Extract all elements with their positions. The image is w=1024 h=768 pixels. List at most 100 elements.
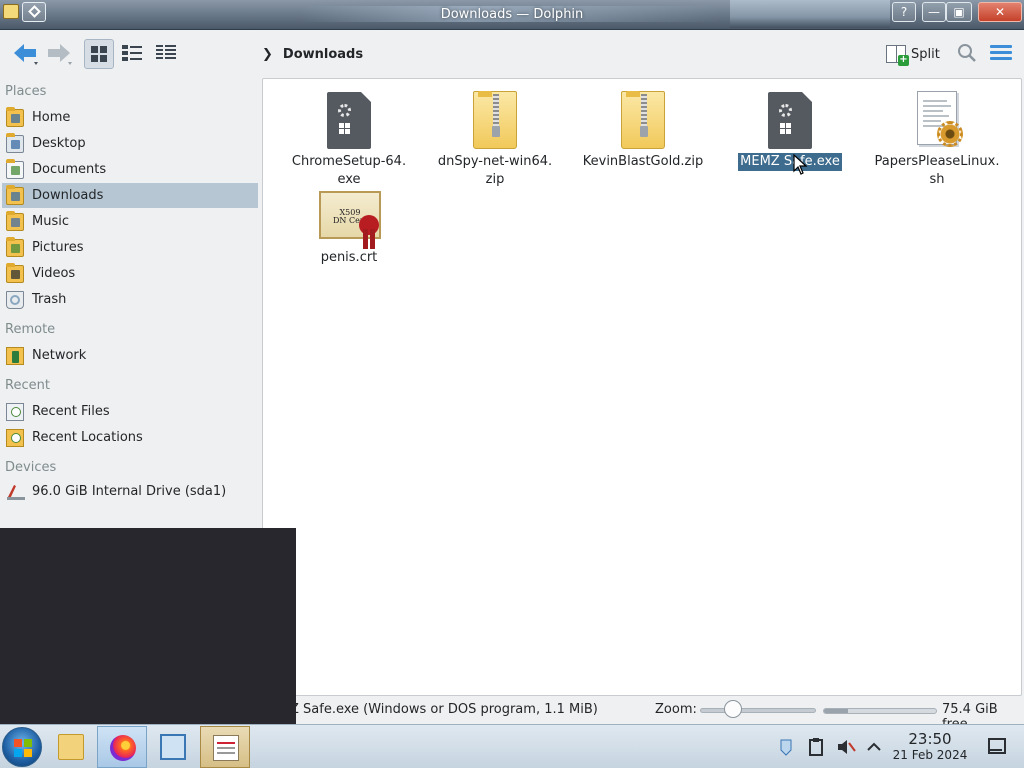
clock-date: 21 Feb 2024 <box>892 748 968 762</box>
taskbar-file-manager[interactable] <box>46 726 96 768</box>
sidebar-item-downloads[interactable]: Downloads <box>2 183 258 208</box>
network-folder-icon <box>6 346 24 365</box>
home-folder-icon <box>6 106 24 127</box>
taskbar: 23:50 21 Feb 2024 <box>0 724 1024 768</box>
computer-icon <box>160 734 186 760</box>
executable-file-icon <box>760 91 820 153</box>
desktop-folder-icon <box>6 132 24 153</box>
title-bar: Downloads — Dolphin ? — ▣ ✕ <box>0 0 1024 30</box>
hard-drive-icon <box>6 483 25 501</box>
updates-icon[interactable] <box>776 737 796 757</box>
music-folder-icon <box>6 210 24 231</box>
documents-folder-icon <box>6 158 24 179</box>
sidebar-item-recent-locations[interactable]: Recent Locations <box>2 425 258 450</box>
taskbar-firefox[interactable] <box>97 726 147 768</box>
sidebar-item-label: Desktop <box>32 136 86 151</box>
file-name: ChromeSetup-64. exe <box>291 154 407 187</box>
sidebar-item-label: Downloads <box>32 188 104 203</box>
sidebar-item-recent-files[interactable]: Recent Files <box>2 399 258 424</box>
file-name: dnSpy-net-win64. zip <box>437 154 553 187</box>
sidebar-item-label: Home <box>32 110 71 125</box>
zip-archive-icon <box>613 91 673 153</box>
details-view-icon <box>156 44 176 61</box>
compact-view-button[interactable] <box>118 39 148 69</box>
search-button[interactable] <box>956 42 978 64</box>
file-item-chromesetup[interactable]: ChromeSetup-64. exe <box>279 91 419 189</box>
chevron-right-icon[interactable]: ❯ <box>262 47 273 62</box>
file-item-papersplease-sh[interactable]: PapersPleaseLinux. sh <box>867 91 1007 189</box>
minimize-button[interactable]: — <box>922 2 946 22</box>
section-places: Places <box>5 84 47 99</box>
close-button[interactable]: ✕ <box>978 2 1022 22</box>
file-name: MEMZ Safe.exe <box>738 153 842 171</box>
breadcrumb: ❯ Downloads <box>262 44 363 64</box>
icons-view-icon <box>91 46 107 62</box>
sidebar-item-documents[interactable]: Documents <box>2 157 258 182</box>
breadcrumb-downloads[interactable]: Downloads <box>283 47 363 62</box>
back-button[interactable] <box>8 40 42 68</box>
taskbar-text-editor[interactable] <box>200 726 250 768</box>
file-item-memz-safe-exe[interactable]: MEMZ Safe.exe <box>720 91 860 171</box>
zoom-slider-handle[interactable] <box>724 700 742 718</box>
videos-folder-icon <box>6 262 24 283</box>
volume-muted-icon[interactable] <box>836 737 856 757</box>
toolbar: ❯ Downloads + Split <box>0 30 1024 78</box>
folder-icon <box>58 734 84 760</box>
clock-time: 23:50 <box>908 730 952 748</box>
downloads-folder-icon <box>6 184 24 205</box>
free-space-bar <box>823 708 937 714</box>
recent-files-icon <box>6 402 24 421</box>
sidebar-item-home[interactable]: Home <box>2 105 258 130</box>
help-button[interactable]: ? <box>892 2 916 22</box>
file-item-penis-crt[interactable]: X509 DN Cert penis.crt <box>279 187 419 267</box>
file-item-dnspy-zip[interactable]: dnSpy-net-win64. zip <box>425 91 565 189</box>
split-button[interactable]: + Split <box>886 42 940 66</box>
file-name: PapersPleaseLinux. sh <box>874 154 1000 187</box>
start-menu-button[interactable] <box>2 727 42 767</box>
sidebar-item-label: 96.0 GiB Internal Drive (sda1) <box>32 484 227 499</box>
back-arrow-icon <box>14 44 38 65</box>
sidebar-item-label: Recent Locations <box>32 430 143 445</box>
show-desktop-button[interactable] <box>988 738 1006 754</box>
sidebar-item-trash[interactable]: Trash <box>2 287 258 312</box>
search-icon <box>958 44 976 62</box>
sidebar-item-label: Network <box>32 348 87 363</box>
compact-view-icon <box>122 45 142 61</box>
firefox-icon <box>110 735 136 761</box>
split-view-icon: + <box>886 45 909 66</box>
chevron-up-icon[interactable] <box>864 737 884 757</box>
sidebar-item-label: Recent Files <box>32 404 110 419</box>
sidebar-item-videos[interactable]: Videos <box>2 261 258 286</box>
clock[interactable]: 23:50 21 Feb 2024 <box>890 731 970 763</box>
section-remote: Remote <box>5 322 56 337</box>
pictures-folder-icon <box>6 236 24 257</box>
maximize-button[interactable]: ▣ <box>946 2 972 22</box>
sidebar-item-desktop[interactable]: Desktop <box>2 131 258 156</box>
sidebar-item-label: Documents <box>32 162 107 177</box>
section-devices: Devices <box>5 460 57 475</box>
sidebar-item-network[interactable]: Network <box>2 343 258 368</box>
trash-icon <box>6 290 24 309</box>
window-title: Downloads — Dolphin <box>440 7 584 22</box>
hamburger-menu-button[interactable] <box>990 45 1012 63</box>
file-view[interactable]: ChromeSetup-64. exe dnSpy-net-win64. zip K… <box>262 78 1022 696</box>
sidebar-item-music[interactable]: Music <box>2 209 258 234</box>
file-name: KevinBlastGold.zip <box>582 154 704 169</box>
taskbar-system-settings[interactable] <box>148 726 198 768</box>
details-view-button[interactable] <box>152 39 182 69</box>
clipboard-icon[interactable] <box>806 737 826 757</box>
shell-script-icon <box>907 91 967 153</box>
icons-view-button[interactable] <box>84 39 114 69</box>
file-name: penis.crt <box>320 250 378 265</box>
certificate-icon: X509 DN Cert <box>319 187 381 249</box>
zoom-slider[interactable] <box>700 708 816 713</box>
sidebar-item-pictures[interactable]: Pictures <box>2 235 258 260</box>
section-recent: Recent <box>5 378 50 393</box>
mouse-pointer-icon <box>793 154 808 175</box>
sidebar-item-internal-drive[interactable]: 96.0 GiB Internal Drive (sda1) <box>2 479 258 504</box>
file-item-kevinblastgold-zip[interactable]: KevinBlastGold.zip <box>573 91 713 171</box>
split-label: Split <box>911 46 940 62</box>
zip-archive-icon <box>465 91 525 153</box>
forward-button[interactable] <box>42 40 76 68</box>
sidebar-item-label: Music <box>32 214 69 229</box>
